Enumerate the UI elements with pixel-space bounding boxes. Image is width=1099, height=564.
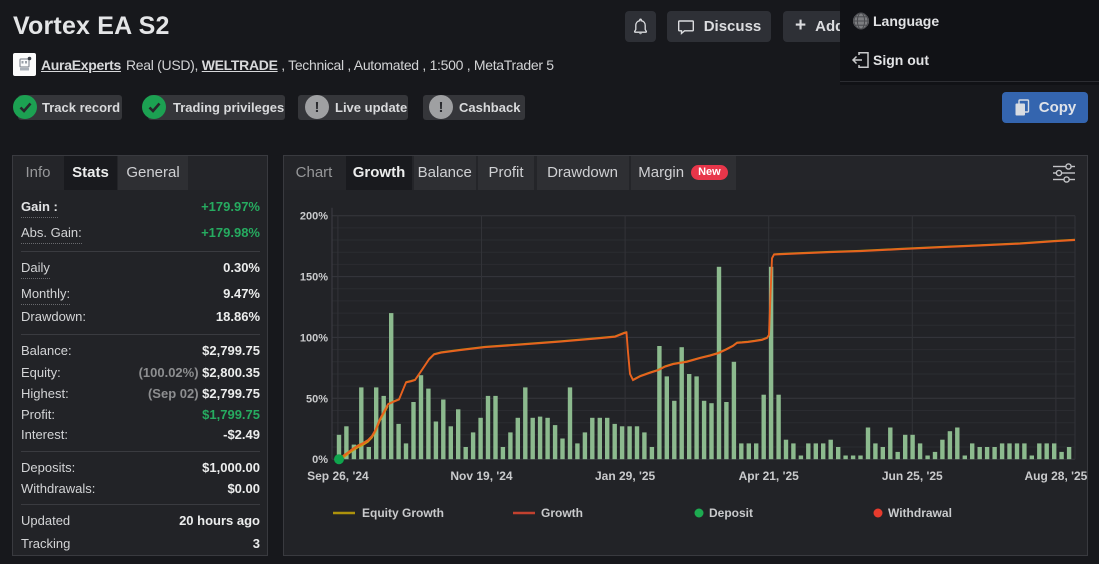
svg-text:Jan 29, '25: Jan 29, '25 [595, 469, 656, 483]
svg-text:Apr 21, '25: Apr 21, '25 [739, 469, 800, 483]
svg-text:Growth: Growth [541, 506, 583, 520]
svg-text:Sep 26, '24: Sep 26, '24 [307, 469, 369, 483]
svg-text:Aug 28, '25: Aug 28, '25 [1024, 469, 1087, 483]
svg-text:200%: 200% [300, 211, 328, 223]
svg-text:Jun 25, '25: Jun 25, '25 [882, 469, 943, 483]
svg-text:50%: 50% [306, 393, 328, 405]
svg-text:100%: 100% [300, 332, 328, 344]
svg-text:Nov 19, '24: Nov 19, '24 [450, 469, 513, 483]
svg-text:Deposit: Deposit [709, 506, 753, 520]
svg-text:150%: 150% [300, 272, 328, 284]
svg-text:0%: 0% [312, 454, 328, 466]
svg-text:Withdrawal: Withdrawal [888, 506, 952, 520]
svg-text:Equity Growth: Equity Growth [362, 506, 444, 520]
